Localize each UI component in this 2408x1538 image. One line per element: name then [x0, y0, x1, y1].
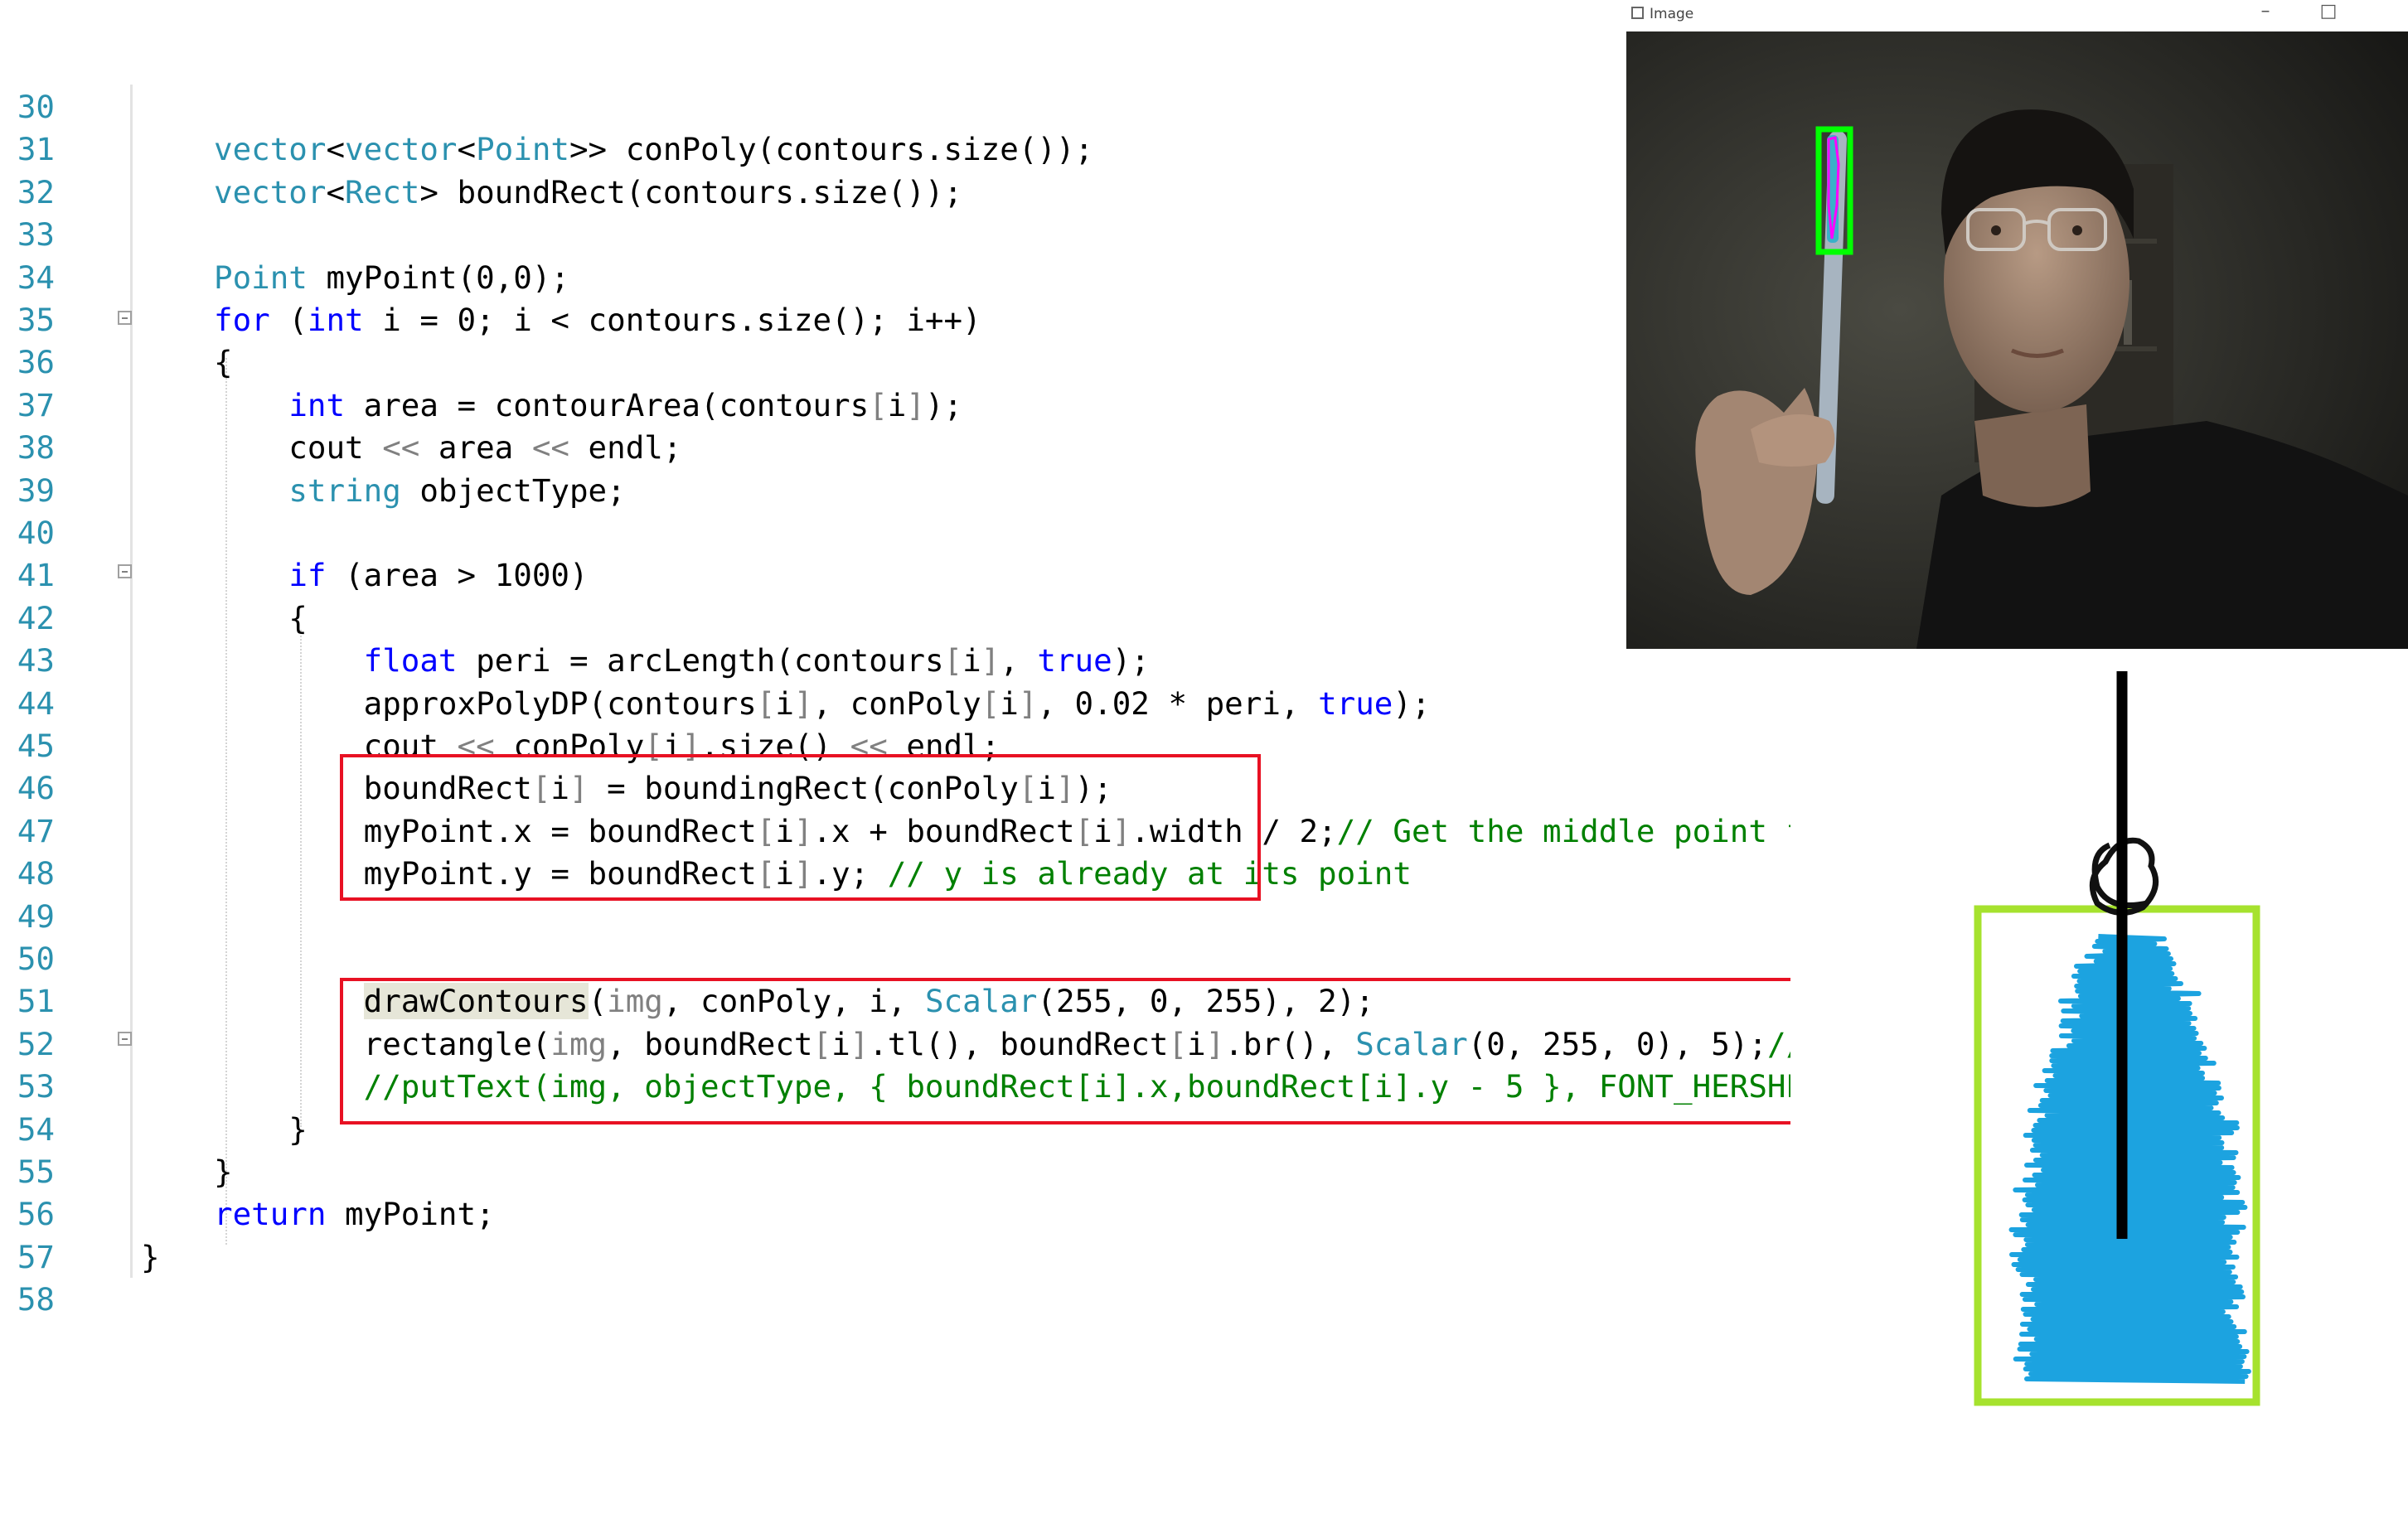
- code-editor[interactable]: 30 31 vector<vector<Point>> conPoly(contou…: [0, 0, 1790, 1334]
- code-text[interactable]: string objectType;: [214, 470, 625, 512]
- code-line[interactable]: 42 {: [0, 597, 1790, 640]
- line-number: 46: [17, 770, 55, 807]
- code-line[interactable]: 49: [0, 896, 1790, 938]
- line-number: 56: [17, 1196, 55, 1233]
- code-line[interactable]: 37 int area = contourArea(contours[i]);: [0, 384, 1790, 427]
- code-line[interactable]: 31 vector<vector<Point>> conPoly(contours…: [0, 128, 1790, 171]
- minimize-button[interactable]: –: [2246, 0, 2284, 25]
- line-number: 30: [17, 89, 55, 125]
- code-text[interactable]: {: [214, 597, 308, 640]
- webcam-frame: [1626, 31, 2408, 649]
- line-number: 41: [17, 557, 55, 594]
- line-number: 37: [17, 386, 55, 423]
- code-line[interactable]: 35 for (int i = 0; i < contours.size(); i…: [0, 299, 1790, 341]
- line-number: 43: [17, 642, 55, 680]
- line-number: 55: [17, 1154, 55, 1190]
- window-title: Image: [1650, 6, 1694, 22]
- code-line[interactable]: 57}: [0, 1236, 1790, 1279]
- maximize-button[interactable]: □: [2309, 0, 2347, 25]
- code-line[interactable]: 44 approxPolyDP(contours[i], conPoly[i],…: [0, 683, 1790, 725]
- collapse-icon[interactable]: [118, 1032, 132, 1046]
- code-text[interactable]: }: [214, 1151, 233, 1193]
- line-number: 50: [17, 941, 55, 977]
- line-number: 52: [17, 1025, 55, 1062]
- line-number: 49: [17, 897, 55, 935]
- code-line[interactable]: 41 if (area > 1000): [0, 554, 1790, 597]
- neck: [1974, 404, 2091, 507]
- line-number: 45: [17, 728, 55, 764]
- code-line[interactable]: 55}: [0, 1151, 1790, 1193]
- line-number: 51: [17, 983, 55, 1020]
- code-text[interactable]: for (int i = 0; i < contours.size(); i++…: [214, 299, 981, 341]
- code-text[interactable]: approxPolyDP(contours[i], conPoly[i], 0.…: [214, 683, 1431, 725]
- line-number: 53: [17, 1068, 55, 1105]
- line-number: 38: [17, 429, 55, 467]
- code-line-partial: 59: [0, 1305, 1790, 1327]
- highlight-box-draw-calls: [340, 978, 1790, 1124]
- webcam-window[interactable]: Image – □: [1626, 0, 2408, 649]
- code-line[interactable]: 36 {: [0, 341, 1790, 384]
- code-line[interactable]: 33: [0, 214, 1790, 256]
- line-number: 32: [17, 173, 55, 210]
- line-number: 31: [17, 131, 55, 168]
- drawing-canvas: [1973, 655, 2321, 1442]
- code-line[interactable]: 50: [0, 938, 1790, 980]
- code-text[interactable]: cout << area << endl;: [214, 427, 681, 469]
- code-text[interactable]: Point myPoint(0,0);: [214, 257, 569, 299]
- line-number: 44: [17, 684, 55, 722]
- code-text[interactable]: }: [214, 1109, 308, 1151]
- code-text[interactable]: float peri = arcLength(contours[i], true…: [214, 640, 1150, 682]
- code-line[interactable]: 56 return myPoint;: [0, 1193, 1790, 1236]
- code-text[interactable]: vector<vector<Point>> conPoly(contours.s…: [214, 128, 1093, 171]
- code-line[interactable]: 40: [0, 512, 1790, 554]
- window-icon: [1631, 7, 1644, 19]
- line-number: 47: [17, 812, 55, 849]
- line-number: 48: [17, 855, 55, 892]
- code-text[interactable]: }: [141, 1236, 160, 1279]
- code-text[interactable]: if (area > 1000): [214, 554, 588, 597]
- code-line[interactable]: 43 float peri = arcLength(contours[i], t…: [0, 640, 1790, 682]
- code-line[interactable]: 38 cout << area << endl;: [0, 427, 1790, 469]
- code-line[interactable]: 34 Point myPoint(0,0);: [0, 257, 1790, 299]
- line-number: 33: [17, 216, 55, 254]
- code-line[interactable]: 30: [0, 86, 1790, 128]
- line-number: 34: [17, 259, 55, 296]
- code-line[interactable]: 32 vector<Rect> boundRect(contours.size()…: [0, 172, 1790, 214]
- line-number: 42: [17, 599, 55, 636]
- collapse-icon[interactable]: [118, 564, 132, 578]
- line-number: 40: [17, 515, 55, 551]
- line-number: 36: [17, 344, 55, 381]
- line-number: 39: [17, 472, 55, 509]
- line-number: 57: [17, 1238, 55, 1275]
- code-text[interactable]: int area = contourArea(contours[i]);: [214, 384, 962, 427]
- code-text[interactable]: return myPoint;: [214, 1193, 495, 1236]
- line-number: 35: [17, 302, 55, 338]
- line-number: 54: [17, 1110, 55, 1148]
- window-titlebar[interactable]: Image – □: [1626, 0, 2408, 32]
- highlight-box-bounding-rect: [340, 754, 1261, 901]
- code-line[interactable]: 39 string objectType;: [0, 470, 1790, 512]
- collapse-icon[interactable]: [118, 311, 132, 325]
- code-text[interactable]: {: [214, 341, 233, 384]
- code-text[interactable]: vector<Rect> boundRect(contours.size());: [214, 172, 962, 214]
